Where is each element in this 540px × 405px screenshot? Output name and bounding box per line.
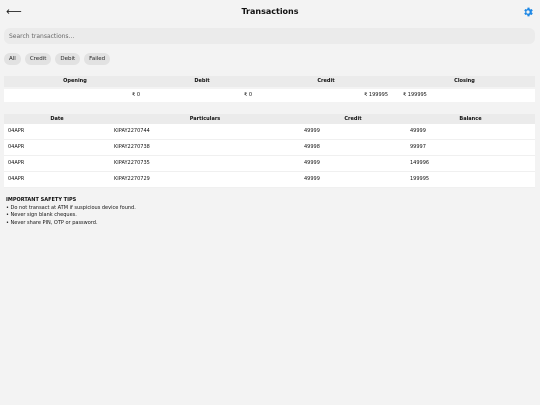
- table-row[interactable]: 04APR KIPAY2270735 49999 149996: [4, 156, 535, 172]
- column-header-credit: Credit: [344, 116, 362, 122]
- cell-date: 04APR: [8, 128, 25, 134]
- safety-tips: IMPORTANT SAFETY TIPS Do not transact at…: [6, 197, 136, 227]
- cell-balance: 199995: [410, 176, 430, 182]
- cell-particulars: KIPAY2270735: [114, 160, 150, 166]
- transactions-table: Date Particulars Credit Balance 04APR KI…: [4, 114, 535, 188]
- cell-credit: 49999: [304, 160, 320, 166]
- cell-credit: 49999: [304, 176, 320, 182]
- summary-header-debit: Debit: [194, 78, 210, 84]
- cell-date: 04APR: [8, 176, 25, 182]
- page-title: Transactions: [241, 7, 299, 16]
- table-row[interactable]: 04APR KIPAY2270729 49999 199995: [4, 172, 535, 188]
- column-header-particulars: Particulars: [189, 116, 221, 122]
- filter-failed[interactable]: Failed: [84, 53, 111, 65]
- cell-balance: 99997: [410, 144, 426, 150]
- summary-header-credit: Credit: [317, 78, 335, 84]
- filter-chips: All Credit Debit Failed: [4, 53, 111, 65]
- summary-header-opening: Opening: [63, 78, 87, 84]
- safety-tip: Never share PIN, OTP or password.: [6, 220, 136, 228]
- safety-tips-title: IMPORTANT SAFETY TIPS: [6, 197, 77, 203]
- cell-credit: 49999: [304, 128, 320, 134]
- safety-tips-list: Do not transact at ATM if suspicious dev…: [6, 205, 136, 228]
- gear-icon[interactable]: [522, 6, 534, 18]
- cell-particulars: KIPAY2270744: [114, 128, 150, 134]
- cell-credit: 49998: [304, 144, 320, 150]
- cell-date: 04APR: [8, 160, 25, 166]
- table-row[interactable]: 04APR KIPAY2270744 49999 49999: [4, 124, 535, 140]
- app-header: ⟵ Transactions: [0, 0, 540, 26]
- search-input[interactable]: [4, 28, 535, 44]
- cell-particulars: KIPAY2270729: [114, 176, 150, 182]
- filter-all[interactable]: All: [4, 53, 21, 65]
- table-row[interactable]: 04APR KIPAY2270738 49998 99997: [4, 140, 535, 156]
- summary-table: Opening Debit Credit Closing ₹ 0 ₹ 0 ₹ 1…: [4, 76, 535, 102]
- summary-row: ₹ 0 ₹ 0 ₹ 199995 ₹ 199995: [4, 89, 535, 102]
- debit-value: ₹ 0: [244, 92, 252, 98]
- column-header-date: Date: [50, 116, 64, 122]
- closing-value: ₹ 199995: [403, 92, 427, 98]
- summary-header-closing: Closing: [454, 78, 475, 84]
- filter-credit[interactable]: Credit: [24, 53, 52, 65]
- opening-value: ₹ 0: [132, 92, 140, 98]
- safety-tip: Never sign blank cheques.: [6, 212, 136, 220]
- cell-date: 04APR: [8, 144, 25, 150]
- cell-balance: 149996: [410, 160, 430, 166]
- cell-particulars: KIPAY2270738: [114, 144, 150, 150]
- column-header-balance: Balance: [459, 116, 482, 122]
- cell-balance: 49999: [410, 128, 426, 134]
- safety-tip: Do not transact at ATM if suspicious dev…: [6, 205, 136, 213]
- credit-value: ₹ 199995: [364, 92, 388, 98]
- filter-debit[interactable]: Debit: [55, 53, 81, 65]
